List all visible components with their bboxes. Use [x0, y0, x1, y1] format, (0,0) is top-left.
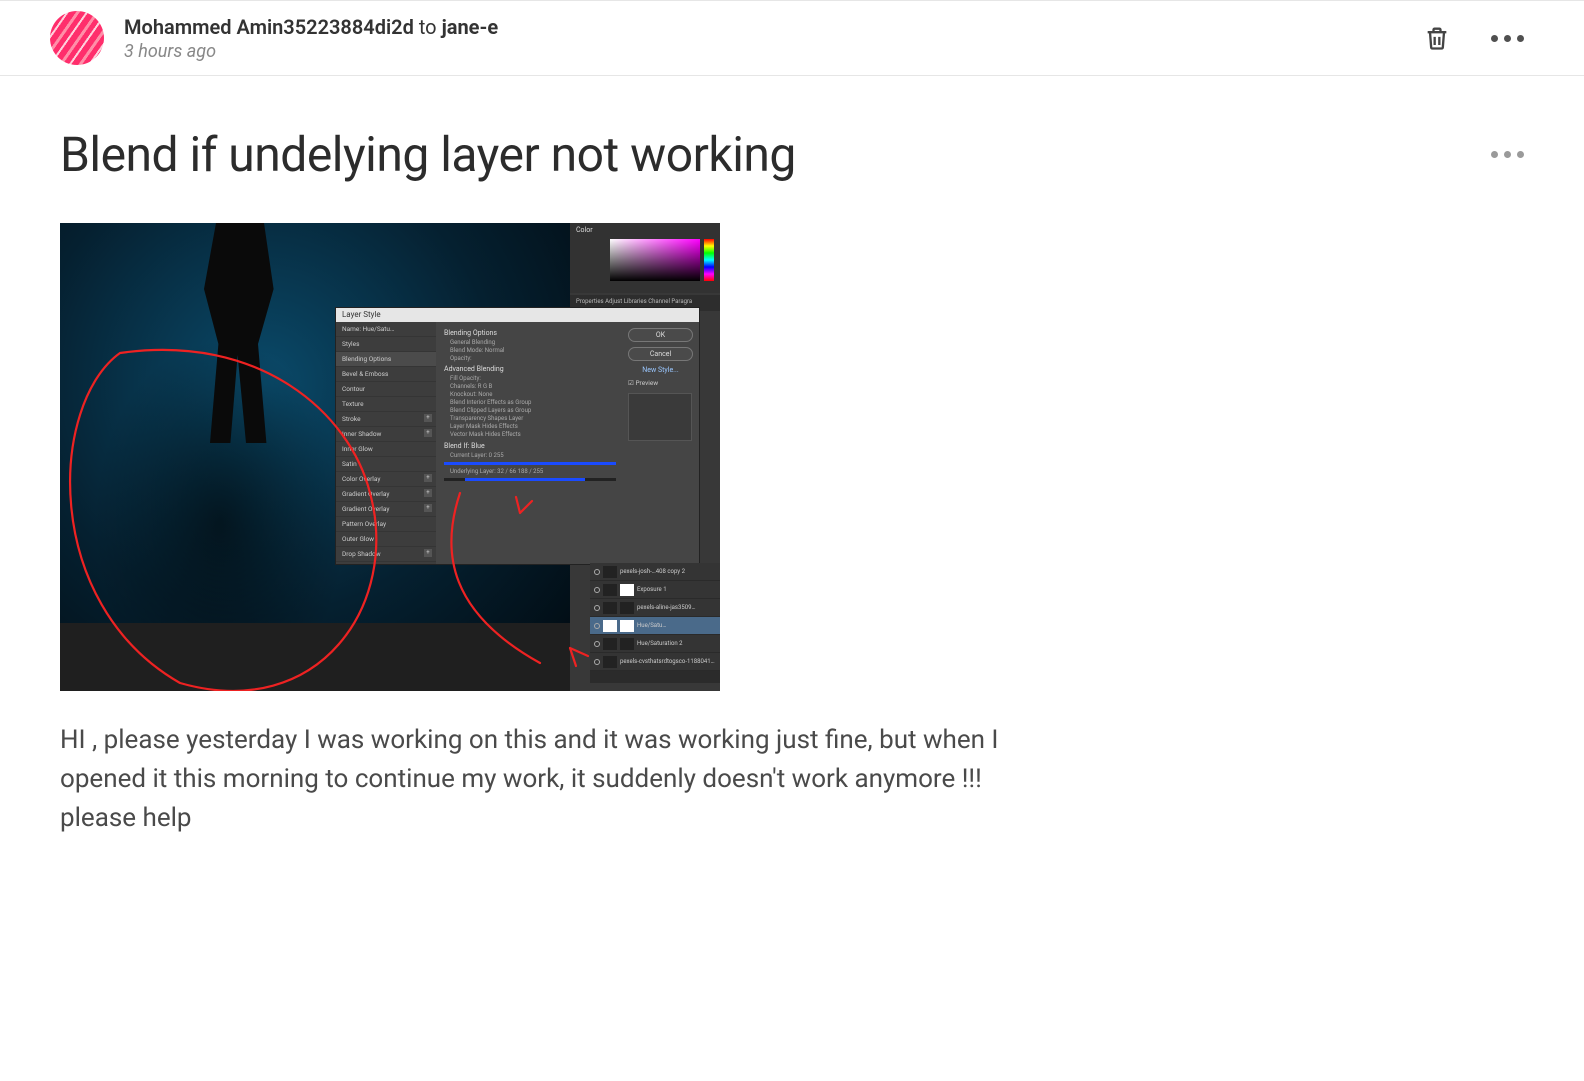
ps-ls-section: Blending Options [444, 329, 616, 337]
ps-ls-opacity: Opacity: [450, 355, 616, 362]
ps-layers-bottom-bar [590, 671, 720, 683]
ps-ls-fill: Fill Opacity: [450, 375, 616, 382]
post-header: Mohammed Amin35223884di2d to jane-e 3 ho… [0, 0, 1584, 76]
ps-ls-underlayer-slider [444, 478, 616, 481]
ps-ls-item: Texture [336, 397, 436, 412]
ps-ls-mid: Blending Options General Blending Blend … [436, 322, 624, 564]
ps-ls-name-row: Name: Hue/Satu… [336, 322, 436, 337]
ps-ls-item: Bevel & Emboss [336, 367, 436, 382]
ps-layer-row: Hue/Saturation 2 [590, 635, 720, 653]
ps-ls-cancel-button: Cancel [628, 347, 693, 361]
ps-ls-newstyle-button: New Style... [628, 366, 693, 374]
author-line: Mohammed Amin35223884di2d to jane-e [124, 15, 1403, 39]
ps-ls-item: Color Overlay+ [336, 472, 436, 487]
ps-layer-row: pexels-josh-…408 copy 2 [590, 563, 720, 581]
more-actions-icon[interactable] [1491, 35, 1524, 42]
ps-ls-ok-button: OK [628, 328, 693, 342]
ps-ls-blend-mode: Blend Mode: Normal [450, 347, 616, 354]
ps-layer-row: Hue/Satu… [590, 617, 720, 635]
ps-layer-style-dialog: Layer Style Name: Hue/Satu… Styles Blend… [335, 307, 700, 565]
ps-ls-knockout: Knockout: None [450, 391, 616, 398]
ps-canvas-figure [180, 223, 300, 443]
ps-ls-left-list: Name: Hue/Satu… Styles Blending Options … [336, 322, 436, 564]
ps-ls-check: Layer Mask Hides Effects [450, 423, 616, 430]
ps-ls-item: Satin [336, 457, 436, 472]
ps-layer-row: pexels-aline-jas3509… [590, 599, 720, 617]
ps-layer-row: Exposure 1 [590, 581, 720, 599]
ps-ls-thislayer-label: Current Layer: 0 255 [450, 452, 616, 459]
to-word: to [419, 15, 437, 39]
ps-ls-item: Inner Glow [336, 442, 436, 457]
post-body-text: HI , please yesterday I was working on t… [60, 721, 1050, 838]
ps-ls-item: Contour [336, 382, 436, 397]
header-actions [1423, 24, 1524, 52]
ps-ls-check: Transparency Shapes Layer [450, 415, 616, 422]
ps-ls-channels: Channels: R G B [450, 383, 616, 390]
post-title: Blend if undelying layer not working [60, 126, 796, 183]
attached-screenshot[interactable]: Color Properties Adjust Libraries Channe… [60, 223, 720, 691]
ps-ls-item: Pattern Overlay [336, 517, 436, 532]
ps-ls-check: Blend Clipped Layers as Group [450, 407, 616, 414]
post-time: 3 hours ago [124, 41, 1403, 62]
ps-hue-strip [704, 239, 714, 281]
ps-color-tab: Color [576, 226, 593, 234]
ps-ls-item: Stroke+ [336, 412, 436, 427]
ps-ls-item: Gradient Overlay+ [336, 502, 436, 517]
ps-layers-panel: pexels-josh-…408 copy 2 Exposure 1 pexel… [590, 563, 720, 683]
ps-ls-item: Inner Shadow+ [336, 427, 436, 442]
ps-ls-preview-box [628, 393, 692, 441]
title-row: Blend if undelying layer not working [60, 126, 1524, 183]
post-body: Blend if undelying layer not working Col… [0, 76, 1584, 878]
ps-ls-sub: General Blending [450, 339, 616, 346]
ps-ls-item: Drop Shadow+ [336, 547, 436, 562]
author-avatar[interactable] [50, 11, 104, 65]
ps-color-picker [610, 239, 700, 281]
trash-icon[interactable] [1423, 24, 1451, 52]
ps-ls-styles-header: Styles [336, 337, 436, 352]
post-more-icon[interactable] [1491, 151, 1524, 158]
header-text: Mohammed Amin35223884di2d to jane-e 3 ho… [124, 15, 1403, 62]
ps-ls-section: Advanced Blending [444, 365, 616, 373]
ps-ls-titlebar: Layer Style [336, 308, 699, 322]
ps-layer-row: pexels-cvsthatsrdtogsco-1188041… [590, 653, 720, 671]
ps-ls-thislayer-slider [444, 462, 616, 465]
ps-ls-check: Blend Interior Effects as Group [450, 399, 616, 406]
ps-ls-blendif: Blend If: Blue [444, 442, 616, 450]
ps-ls-check: Vector Mask Hides Effects [450, 431, 616, 438]
ps-ls-right: OK Cancel New Style... ☑ Preview [622, 322, 699, 564]
recipient-name[interactable]: jane-e [442, 15, 499, 39]
ps-ls-item: Blending Options [336, 352, 436, 367]
ps-ls-preview-check: ☑ Preview [628, 379, 693, 387]
ps-color-panel: Color [570, 223, 720, 293]
ps-ls-item: Gradient Overlay+ [336, 487, 436, 502]
ps-ls-item: Outer Glow [336, 532, 436, 547]
author-name[interactable]: Mohammed Amin35223884di2d [124, 15, 414, 39]
ps-ls-underlayer-label: Underlying Layer: 32 / 66 188 / 255 [450, 468, 616, 475]
